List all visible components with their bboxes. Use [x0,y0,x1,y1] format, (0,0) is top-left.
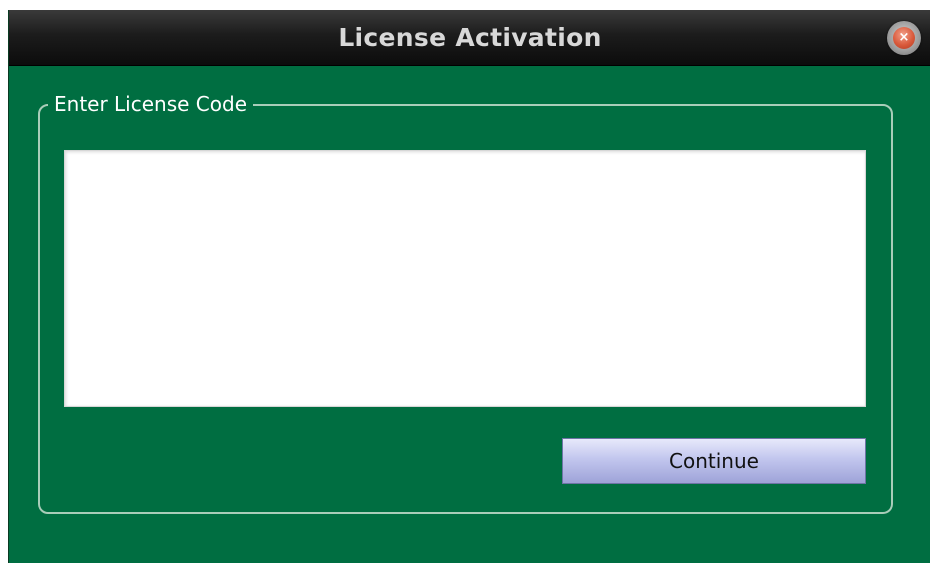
continue-button[interactable]: Continue [562,438,866,484]
close-button[interactable]: × [887,21,921,55]
license-code-input[interactable] [64,150,866,407]
window-title: License Activation [338,23,602,52]
titlebar: License Activation × [9,10,930,66]
groupbox-legend: Enter License Code [48,91,253,117]
close-icon: × [893,27,915,49]
